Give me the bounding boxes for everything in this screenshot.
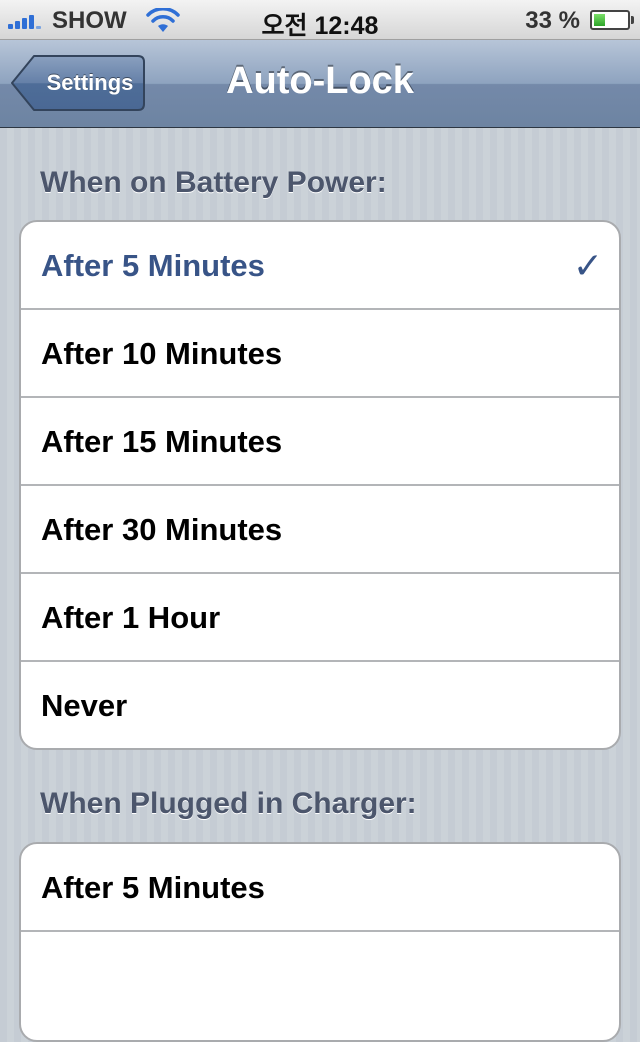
page-title: Auto-Lock	[226, 60, 414, 102]
navigation-bar: Settings Auto-Lock	[0, 40, 640, 128]
section-header-battery: When on Battery Power:	[40, 166, 387, 199]
option-label: After 30 Minutes	[41, 512, 283, 547]
charger-options-group: After 5 Minutes	[19, 842, 621, 1042]
option-row[interactable]: After 5 Minutes	[21, 844, 619, 932]
battery-icon	[590, 10, 634, 30]
option-label: After 5 Minutes	[41, 870, 265, 905]
option-row[interactable]	[21, 932, 619, 1020]
option-label: After 10 Minutes	[41, 336, 283, 371]
settings-back-button[interactable]: Settings	[10, 54, 146, 112]
back-button-label: Settings	[46, 70, 134, 95]
battery-percent: 33 %	[525, 7, 580, 34]
option-row[interactable]: After 30 Minutes	[21, 486, 619, 574]
option-label: After 1 Hour	[41, 600, 221, 635]
option-row[interactable]: After 5 Minutes ✓	[21, 222, 619, 310]
battery-level	[594, 14, 605, 26]
option-row[interactable]: After 1 Hour	[21, 574, 619, 662]
checkmark-icon: ✓	[572, 245, 603, 286]
option-row[interactable]: After 10 Minutes	[21, 310, 619, 398]
status-bar: SHOW 오전 12:48 33 %	[0, 0, 640, 40]
battery-options-group: After 5 Minutes ✓ After 10 Minutes After…	[19, 220, 621, 750]
option-label: Never	[41, 688, 128, 723]
option-row[interactable]: After 15 Minutes	[21, 398, 619, 486]
option-label: After 5 Minutes	[41, 248, 265, 283]
section-header-charger: When Plugged in Charger:	[40, 787, 417, 820]
option-row[interactable]: Never	[21, 662, 619, 748]
option-label: After 15 Minutes	[41, 424, 283, 459]
